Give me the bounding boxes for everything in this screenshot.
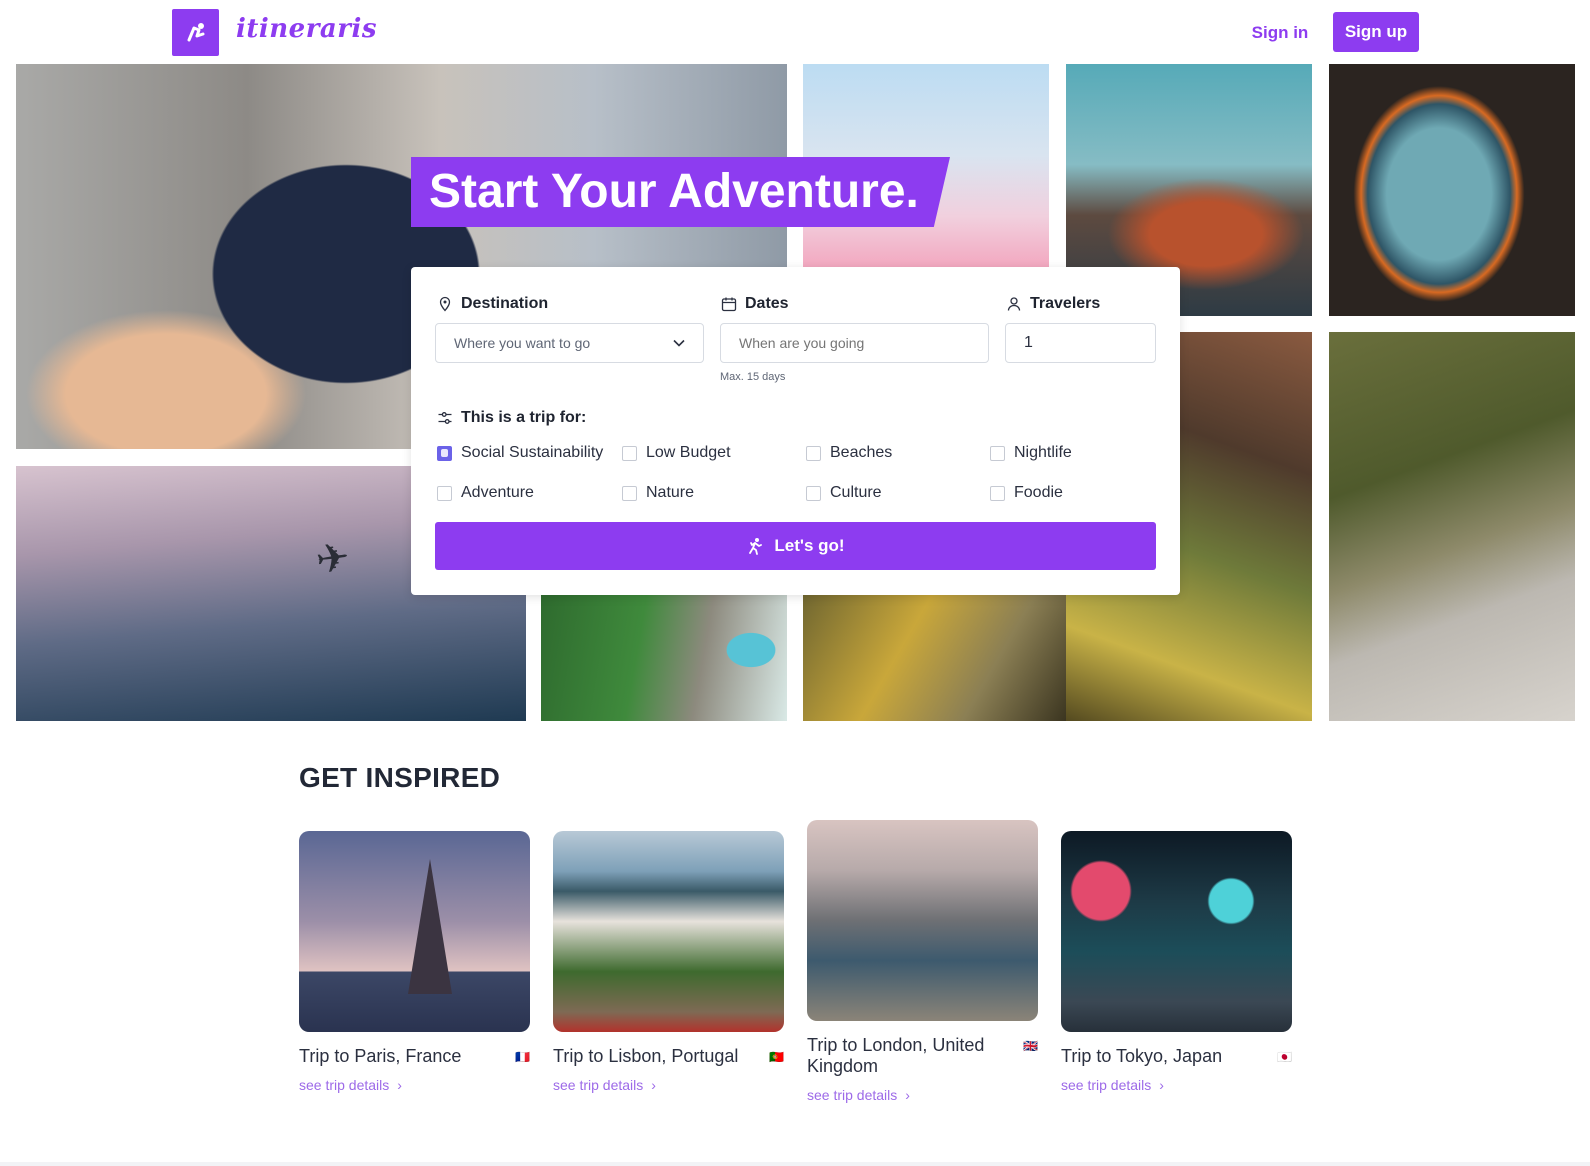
flag-portugal-icon: 🇵🇹 (769, 1050, 784, 1064)
trip-name: Trip to London, United Kingdom (807, 1035, 985, 1076)
travelers-label: Travelers (1006, 295, 1100, 313)
chevron-right-icon: › (651, 1077, 656, 1093)
road-trip-photo (1329, 332, 1575, 721)
top-nav: itineraris Sign in Sign up (0, 0, 1590, 64)
logo-icon[interactable] (172, 9, 219, 56)
travelers-value: 1 (1024, 334, 1033, 351)
flag-japan-icon: 🇯🇵 (1277, 1050, 1292, 1064)
checkbox-box[interactable] (622, 485, 637, 501)
see-trip-details-link[interactable]: see trip details › (299, 1077, 402, 1093)
checkbox-box[interactable] (990, 485, 1005, 501)
trip-photo-tokyo[interactable] (1061, 831, 1292, 1032)
checkbox-foodie[interactable]: Foodie (990, 484, 1063, 502)
sign-up-button[interactable]: Sign up (1333, 12, 1419, 52)
chevron-right-icon: › (1159, 1077, 1164, 1093)
calendar-icon (721, 297, 737, 312)
checkbox-box[interactable] (437, 445, 452, 461)
trip-for-label: This is a trip for: (437, 409, 586, 427)
brand-name[interactable]: itineraris (236, 14, 377, 44)
trip-card-london[interactable]: Trip to London, United Kingdom 🇬🇧 see tr… (807, 820, 1038, 1105)
person-icon (1007, 297, 1021, 311)
see-trip-details-link[interactable]: see trip details › (553, 1077, 656, 1093)
trip-search-card: Destination Where you want to go Dates M… (411, 267, 1180, 595)
resort-aerial-photo (541, 580, 787, 721)
trip-title-row: Trip to London, United Kingdom 🇬🇧 (807, 1035, 1038, 1077)
trip-photo-lisbon[interactable] (553, 831, 784, 1032)
checkbox-nature[interactable]: Nature (622, 484, 694, 502)
checkbox-box[interactable] (437, 485, 452, 501)
airplane-icon: ✈ (313, 534, 353, 584)
trip-name: Trip to Tokyo, Japan (1061, 1046, 1223, 1066)
checkbox-culture[interactable]: Culture (806, 484, 882, 502)
airplane-window-photo (1329, 64, 1575, 316)
destination-select[interactable]: Where you want to go (435, 323, 704, 363)
chevron-down-icon (673, 339, 685, 347)
dates-label: Dates (721, 295, 789, 313)
section-title-get-inspired: GET INSPIRED (299, 762, 501, 793)
location-pin-icon (439, 296, 451, 312)
footer-divider (0, 1162, 1590, 1166)
palm-aerial-photo (803, 580, 1066, 721)
see-trip-details-link[interactable]: see trip details › (1061, 1077, 1164, 1093)
checkbox-box[interactable] (622, 445, 637, 461)
trip-name: Trip to Paris, France (299, 1046, 462, 1066)
trip-title-row: Trip to Lisbon, Portugal 🇵🇹 (553, 1046, 784, 1067)
hero-headline: Start Your Adventure. (429, 165, 919, 218)
hero-headline-banner: Start Your Adventure. (411, 157, 950, 227)
dates-hint: Max. 15 days (720, 371, 786, 383)
checkbox-beaches[interactable]: Beaches (806, 444, 892, 462)
checkbox-low-budget[interactable]: Low Budget (622, 444, 731, 462)
eiffel-tower-shape (408, 859, 452, 994)
hiker-icon (749, 538, 763, 555)
sign-in-button[interactable]: Sign in (1240, 18, 1320, 48)
lets-go-button[interactable]: Let's go! (435, 522, 1156, 570)
checkbox-nightlife[interactable]: Nightlife (990, 444, 1072, 462)
checkbox-box[interactable] (990, 445, 1005, 461)
sliders-icon (438, 412, 452, 424)
travelers-input[interactable]: 1 (1005, 323, 1156, 363)
trip-card-lisbon[interactable]: Trip to Lisbon, Portugal 🇵🇹 see trip det… (553, 831, 784, 1095)
trip-card-tokyo[interactable]: Trip to Tokyo, Japan 🇯🇵 see trip details… (1061, 831, 1292, 1095)
dates-input[interactable] (720, 323, 989, 363)
trip-photo-paris[interactable] (299, 831, 530, 1032)
chevron-right-icon: › (397, 1077, 402, 1093)
flag-uk-icon: 🇬🇧 (1023, 1039, 1038, 1053)
trip-name: Trip to Lisbon, Portugal (553, 1046, 739, 1066)
destination-label: Destination (437, 295, 548, 313)
checkbox-adventure[interactable]: Adventure (437, 484, 534, 502)
chevron-right-icon: › (905, 1087, 910, 1103)
traveler-logo-icon (187, 22, 204, 41)
see-trip-details-link[interactable]: see trip details › (807, 1087, 910, 1103)
lets-go-label: Let's go! (774, 536, 845, 555)
dates-text-field[interactable] (739, 335, 970, 351)
destination-placeholder: Where you want to go (454, 335, 591, 351)
checkbox-social-sustainability[interactable]: Social Sustainability (437, 444, 603, 462)
flag-france-icon: 🇫🇷 (515, 1050, 530, 1064)
trip-title-row: Trip to Paris, France 🇫🇷 (299, 1046, 530, 1067)
trip-title-row: Trip to Tokyo, Japan 🇯🇵 (1061, 1046, 1292, 1067)
trip-card-paris[interactable]: Trip to Paris, France 🇫🇷 see trip detail… (299, 831, 530, 1095)
trip-photo-london[interactable] (807, 820, 1038, 1021)
checkbox-box[interactable] (806, 485, 821, 501)
checkbox-box[interactable] (806, 445, 821, 461)
